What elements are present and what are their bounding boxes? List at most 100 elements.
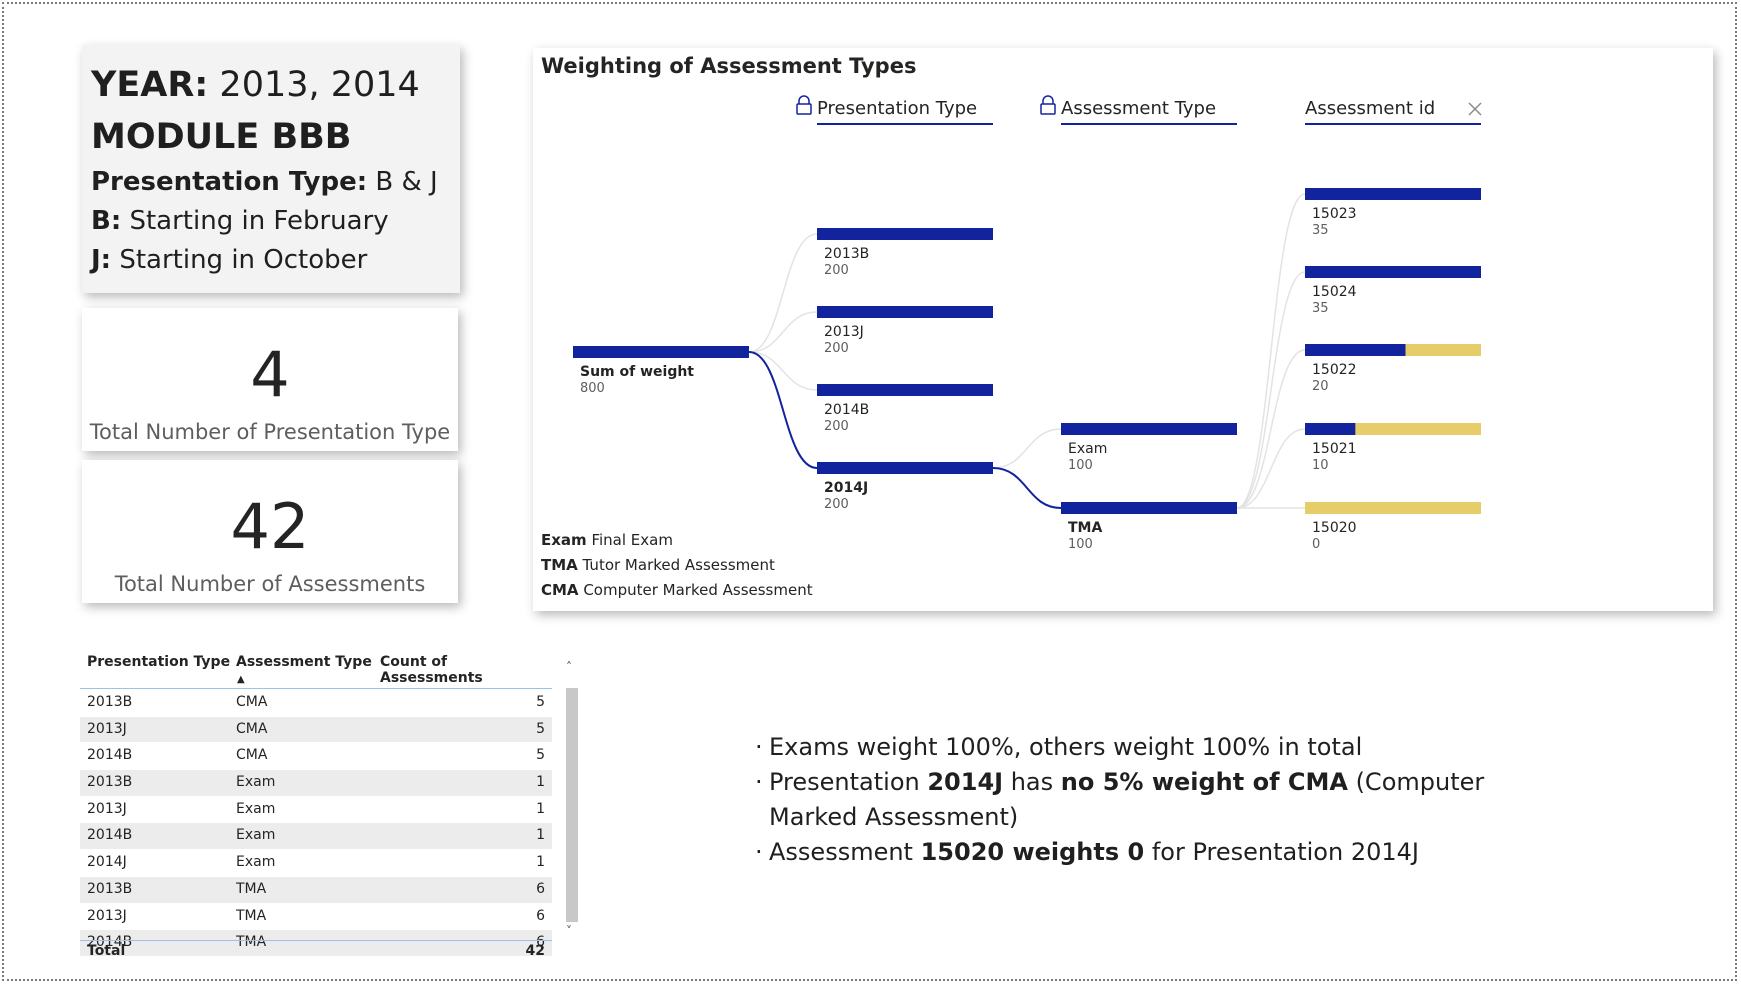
- column-header-label: Assessment Type: [1061, 98, 1216, 119]
- tree-node-presentation-label: 2014J: [824, 480, 868, 496]
- tree-node-assessment-id-remainder-bar[interactable]: [1305, 502, 1481, 514]
- table-row[interactable]: 2014J Exam 1: [80, 850, 552, 877]
- tree-node-presentation-label: 2013J: [824, 324, 864, 340]
- table-cell: 2013B: [87, 880, 133, 897]
- scrollbar-thumb[interactable]: [566, 688, 578, 922]
- tree-node-presentation-bar[interactable]: [817, 306, 993, 318]
- tree-node-assessment-type-bar[interactable]: [1061, 502, 1237, 514]
- table-scrollbar[interactable]: ˄ ˅: [564, 652, 580, 958]
- kpi-card-presentation-types[interactable]: 4 Total Number of Presentation Type: [82, 308, 458, 451]
- table-cell: 5: [536, 747, 545, 764]
- table-row[interactable]: 2013J CMA 5: [80, 716, 552, 744]
- tree-node-presentation-label: 2013B: [824, 246, 869, 262]
- tree-node-assessment-id-value: 35: [1312, 301, 1329, 316]
- table-row[interactable]: 2013J Exam 1: [80, 797, 552, 824]
- note-item: · Assessment 15020 weights 0 for Presenta…: [755, 838, 1419, 866]
- table-header: Presentation Type Assessment Type ▲ Coun…: [80, 652, 552, 689]
- table-row[interactable]: 2013B Exam 1: [80, 770, 552, 797]
- close-icon[interactable]: [1468, 102, 1482, 116]
- tree-node-presentation-bar[interactable]: [817, 228, 993, 240]
- tree-node-presentation-bar[interactable]: [817, 384, 993, 396]
- active-link: [748, 351, 818, 469]
- tree-node-assessment-type-bar[interactable]: [1061, 423, 1237, 435]
- table-cell: TMA: [236, 907, 267, 924]
- legend-item: CMA Computer Marked Assessment: [541, 581, 813, 599]
- column-header-presentation-type[interactable]: Presentation Type: [87, 654, 230, 670]
- lock-icon-body: [796, 103, 812, 115]
- table-cell: 5: [536, 720, 545, 737]
- legend-item: Exam Final Exam: [541, 531, 673, 549]
- table-cell: Exam: [236, 774, 276, 791]
- table-row[interactable]: 2013B TMA 6: [80, 876, 552, 904]
- table-cell: 2014J: [87, 854, 127, 871]
- table-cell: 2013J: [87, 800, 127, 817]
- lock-icon: [798, 95, 810, 104]
- table-cell: 1: [536, 774, 545, 791]
- module-line: MODULE BBB: [91, 117, 352, 157]
- table-cell: 1: [536, 800, 545, 817]
- legend-item: TMA Tutor Marked Assessment: [541, 556, 775, 574]
- lock-icon: [1042, 95, 1054, 104]
- tree-node-presentation-value: 200: [824, 419, 849, 434]
- tree-node-assessment-id-label: 15023: [1312, 206, 1357, 222]
- table-cell: CMA: [236, 694, 268, 710]
- tree-node-presentation-value: 200: [824, 263, 849, 278]
- kpi-value: 42: [230, 490, 310, 563]
- scroll-down-icon[interactable]: ˅: [566, 924, 572, 938]
- tree-link: [1236, 193, 1306, 509]
- year-line: YEAR: 2013, 2014: [91, 65, 420, 105]
- tree-node-assessment-type-value: 100: [1068, 537, 1093, 552]
- table-cell: Exam: [236, 827, 276, 844]
- tree-node-assessment-id-bar[interactable]: [1305, 423, 1356, 435]
- kpi-label: Total Number of Assessments: [114, 572, 426, 596]
- table-body: 2013B CMA 5 2013J CMA 5 2014B CMA 5 2013B Exam 1 201…: [80, 690, 552, 957]
- kpi-label: Total Number of Presentation Type: [89, 420, 451, 444]
- tree-node-assessment-type-label: TMA: [1068, 520, 1102, 536]
- insight-notes: · Exams weight 100%, others weight 100% i…: [755, 730, 1555, 870]
- table-cell: 2013J: [87, 907, 127, 924]
- tree-node-presentation-bar[interactable]: [817, 462, 993, 474]
- table-cell: CMA: [236, 747, 268, 764]
- table-total-row: Total 42: [80, 940, 552, 961]
- tree-link: [1236, 349, 1306, 509]
- table-cell: CMA: [236, 720, 268, 737]
- table-row[interactable]: 2013B CMA 5: [80, 690, 552, 717]
- table-row[interactable]: 2014B CMA 5: [80, 743, 552, 771]
- table-row[interactable]: 2013J TMA 6: [80, 904, 552, 931]
- column-header-label: Presentation Type: [817, 98, 977, 119]
- tree-node-assessment-id-bar[interactable]: [1305, 266, 1481, 278]
- tree-node-assessment-id-label: 15020: [1312, 520, 1357, 536]
- scroll-up-icon[interactable]: ˄: [566, 660, 572, 674]
- table-cell: 6: [536, 880, 545, 897]
- year-module-card: YEAR: 2013, 2014 MODULE BBB Presentation…: [82, 45, 460, 293]
- tree-node-presentation-label: 2014B: [824, 402, 869, 418]
- active-link: [992, 467, 1062, 509]
- tree-node-root-value: 800: [580, 381, 605, 396]
- tree-node-assessment-type-value: 100: [1068, 458, 1093, 473]
- table-cell: 2013J: [87, 720, 127, 737]
- decomposition-tree-canvas[interactable]: Presentation Type Assessment Type Assessme…: [533, 48, 1713, 611]
- column-header-count-of-assessments[interactable]: Count of Assessments: [380, 654, 552, 686]
- tree-node-root-label: Sum of weight: [580, 364, 694, 380]
- table-cell: 5: [536, 694, 545, 710]
- tree-link: [748, 311, 818, 353]
- tree-legend: Exam Final Exam TMA Tutor Marked Assessm…: [541, 528, 813, 603]
- table-row[interactable]: 2014B Exam 1: [80, 823, 552, 851]
- table-cell: 1: [536, 827, 545, 844]
- table-cell: 6: [536, 907, 545, 924]
- column-header-assessment-type[interactable]: Assessment Type: [236, 654, 372, 670]
- tree-node-assessment-id-bar[interactable]: [1305, 344, 1406, 356]
- tree-node-assessment-id-bar[interactable]: [1305, 188, 1481, 200]
- j-definition-line: J: Starting in October: [91, 245, 368, 275]
- tree-link: [992, 428, 1062, 469]
- tree-node-root-bar[interactable]: [573, 346, 749, 358]
- note-item: · Exams weight 100%, others weight 100% i…: [755, 733, 1363, 761]
- table-cell: 2014B: [87, 747, 133, 764]
- tree-link: [1236, 271, 1306, 509]
- column-header-label: Assessment id: [1305, 98, 1435, 119]
- decomposition-tree-visual[interactable]: Weighting of Assessment Types Presentati…: [533, 48, 1713, 611]
- kpi-value: 4: [250, 338, 290, 411]
- assessment-count-table[interactable]: Presentation Type Assessment Type ▲ Coun…: [80, 652, 582, 970]
- kpi-card-assessments[interactable]: 42 Total Number of Assessments: [82, 460, 458, 603]
- sort-ascending-icon[interactable]: ▲: [237, 674, 245, 685]
